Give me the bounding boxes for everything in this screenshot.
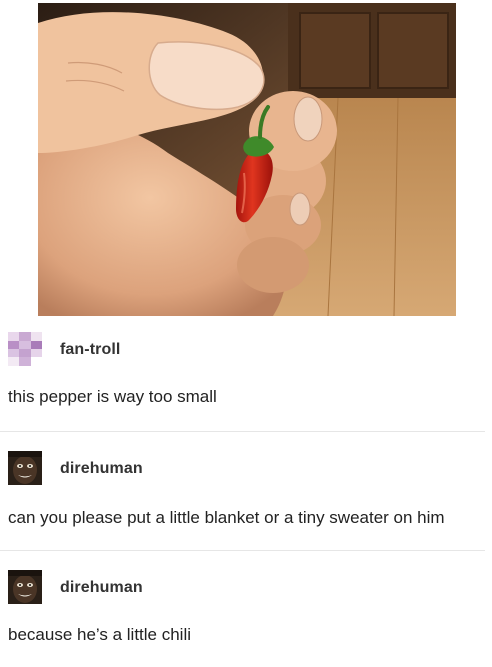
pepper-photo-image: [38, 3, 456, 316]
post-text: this pepper is way too small: [8, 387, 217, 406]
post-photo: [38, 3, 456, 316]
dark-face-avatar-icon[interactable]: [8, 451, 42, 485]
username-link[interactable]: fan-troll: [60, 341, 120, 359]
divider: [0, 431, 485, 432]
username-link[interactable]: direhuman: [60, 579, 143, 597]
pixelated-avatar-icon[interactable]: [8, 332, 42, 366]
post-text: can you please put a little blanket or a…: [8, 508, 445, 527]
dark-face-avatar-icon[interactable]: [8, 570, 42, 604]
username-link[interactable]: direhuman: [60, 460, 143, 478]
divider: [0, 550, 485, 551]
post-text: because he’s a little chili: [8, 625, 192, 644]
